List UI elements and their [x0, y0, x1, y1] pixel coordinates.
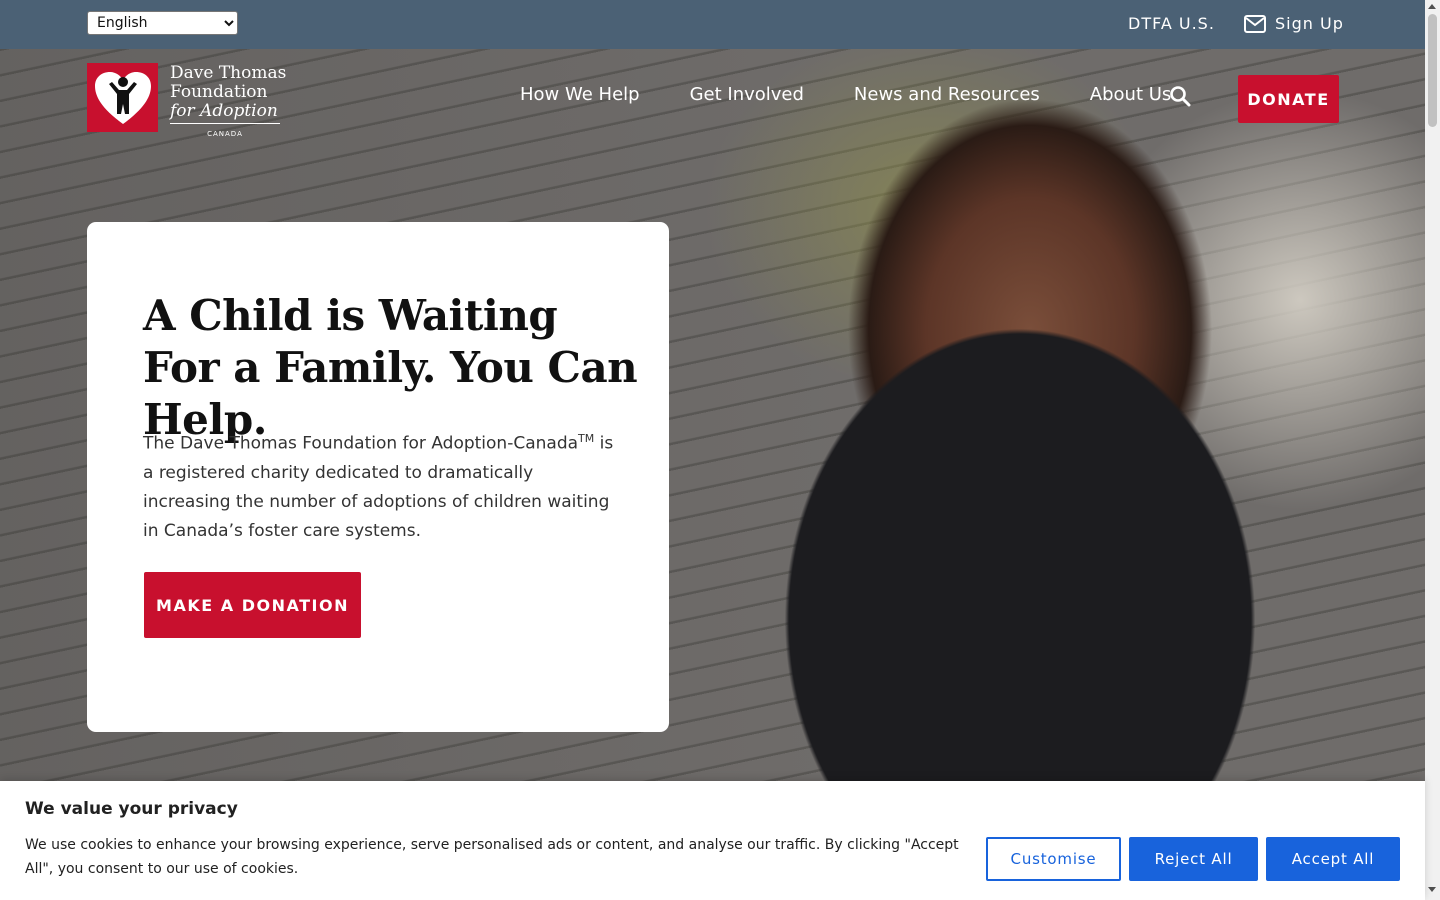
scroll-thumb[interactable] [1428, 14, 1437, 127]
scroll-down-arrow-icon[interactable] [1428, 887, 1436, 892]
donate-button[interactable]: DONATE [1238, 75, 1339, 123]
logo-heart-child-icon [87, 63, 158, 132]
sign-up-link[interactable]: Sign Up [1244, 14, 1344, 33]
utility-bar: English DTFA U.S. Sign Up [0, 0, 1425, 49]
logo-line: Foundation [170, 82, 268, 102]
language-select[interactable]: English [87, 11, 238, 35]
logo-line: Dave Thomas [170, 63, 287, 83]
nav-get-involved[interactable]: Get Involved [690, 84, 804, 105]
hero-title: A Child is Waiting For a Family. You Can… [143, 291, 638, 444]
logo-line: for Adoption [170, 101, 278, 121]
cookie-title: We value your privacy [25, 799, 238, 819]
scroll-up-arrow-icon[interactable] [1428, 4, 1436, 9]
hero-description: The Dave Thomas Foundation for Adoption-… [143, 424, 623, 546]
logo-canada: CANADA [170, 123, 280, 144]
search-icon[interactable] [1169, 85, 1191, 107]
main-nav: How We Help Get Involved News and Resour… [520, 84, 1171, 105]
dtfa-us-link[interactable]: DTFA U.S. [1128, 14, 1215, 33]
make-donation-button[interactable]: MAKE A DONATION [144, 572, 361, 638]
scrollbar[interactable] [1425, 0, 1440, 900]
nav-news-and-resources[interactable]: News and Resources [854, 84, 1040, 105]
cookie-consent-banner: We value your privacy We use cookies to … [0, 781, 1425, 900]
cookie-text: We use cookies to enhance your browsing … [25, 837, 959, 877]
reject-all-button[interactable]: Reject All [1129, 837, 1258, 881]
customise-button[interactable]: Customise [986, 837, 1121, 881]
logo-wordmark: Dave Thomas Foundation for Adoption CANA… [170, 63, 286, 144]
hero-card: A Child is Waiting For a Family. You Can… [87, 222, 669, 732]
sign-up-label: Sign Up [1275, 14, 1344, 33]
nav-how-we-help[interactable]: How We Help [520, 84, 640, 105]
trademark-mark: TM [578, 432, 595, 445]
accept-all-button[interactable]: Accept All [1266, 837, 1400, 881]
hero-description-start: The Dave Thomas Foundation for Adoption-… [143, 433, 579, 454]
site-logo[interactable]: Dave Thomas Foundation for Adoption CANA… [87, 63, 297, 138]
nav-about-us[interactable]: About Us [1090, 84, 1172, 105]
mail-icon [1244, 14, 1266, 33]
